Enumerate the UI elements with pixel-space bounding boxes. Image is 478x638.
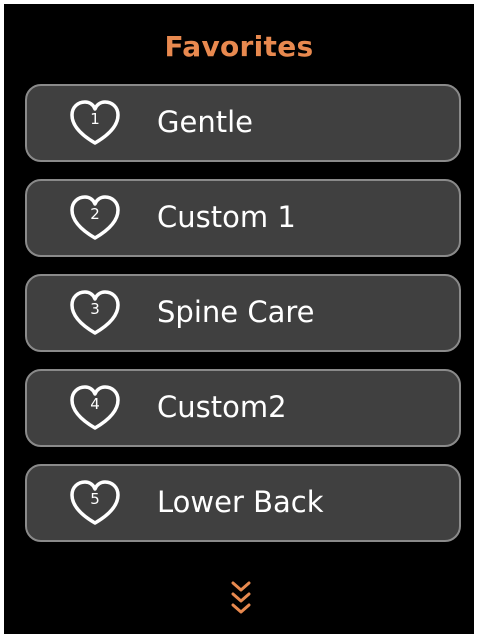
- favorite-item-5[interactable]: 5 Lower Back: [25, 464, 461, 542]
- favorite-number: 4: [90, 395, 100, 413]
- heart-icon: 5: [69, 479, 121, 527]
- favorite-label: Gentle: [157, 105, 253, 139]
- chevron-down-icon[interactable]: [231, 579, 251, 623]
- favorite-number: 3: [90, 300, 100, 318]
- favorite-number: 2: [90, 205, 100, 223]
- favorite-label: Spine Care: [157, 295, 315, 329]
- favorites-list: 1 Gentle 2 Custom 1 3 Spine Care 4 Custo…: [25, 84, 461, 559]
- favorite-number: 1: [90, 110, 100, 128]
- favorite-item-3[interactable]: 3 Spine Care: [25, 274, 461, 352]
- favorite-label: Custom 1: [157, 200, 296, 234]
- heart-icon: 2: [69, 194, 121, 242]
- favorites-screen: Favorites 1 Gentle 2 Custom 1 3 Spine Ca…: [4, 4, 474, 634]
- favorite-item-1[interactable]: 1 Gentle: [25, 84, 461, 162]
- page-title: Favorites: [164, 30, 314, 63]
- favorite-item-2[interactable]: 2 Custom 1: [25, 179, 461, 257]
- heart-icon: 1: [69, 99, 121, 147]
- favorite-label: Custom2: [157, 390, 287, 424]
- heart-icon: 3: [69, 289, 121, 337]
- favorite-item-4[interactable]: 4 Custom2: [25, 369, 461, 447]
- favorite-label: Lower Back: [157, 485, 324, 519]
- favorite-number: 5: [90, 490, 100, 508]
- heart-icon: 4: [69, 384, 121, 432]
